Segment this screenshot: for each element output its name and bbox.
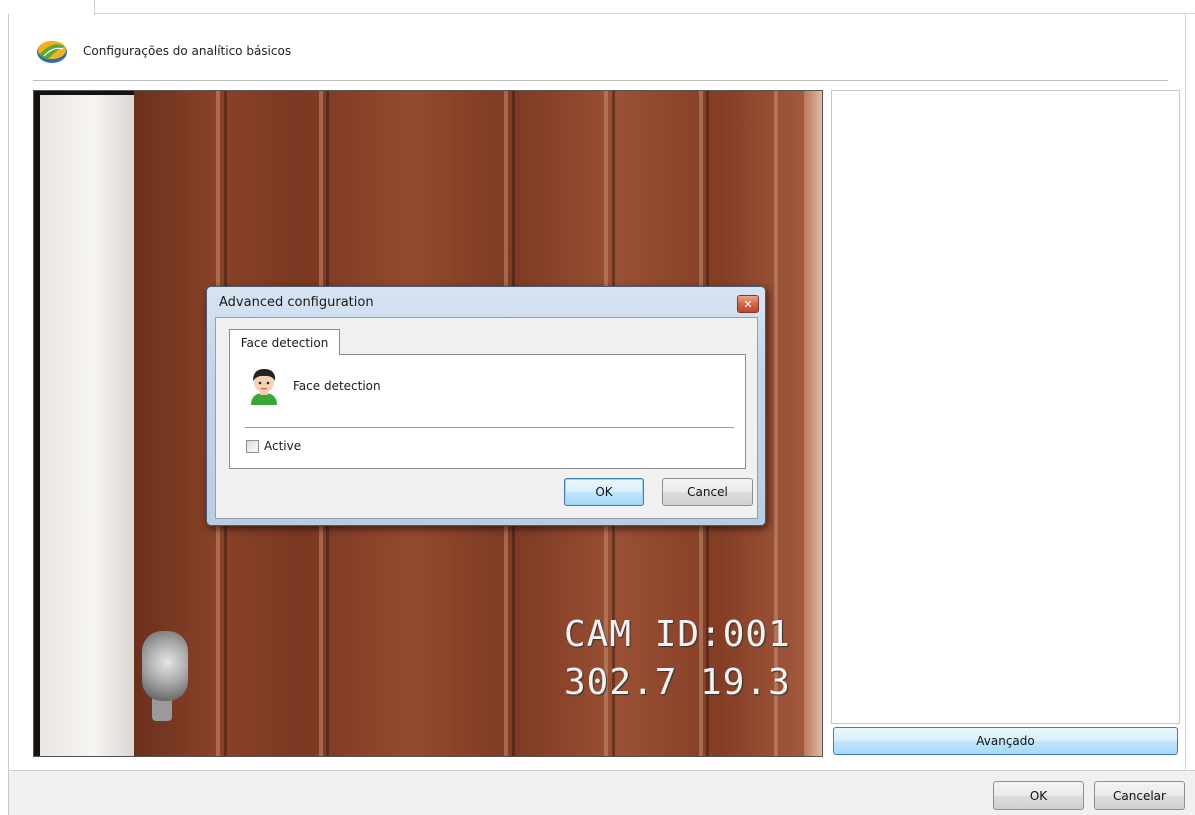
door-knob: [142, 631, 188, 701]
top-tab-stub[interactable]: [0, 0, 95, 15]
camera-id-text: CAM ID:001: [564, 614, 791, 655]
camera-wall: [40, 95, 136, 756]
advanced-configuration-dialog: Advanced configuration ✕ Face detection …: [206, 286, 766, 526]
dialog-cancel-button[interactable]: Cancel: [662, 478, 753, 506]
active-checkbox[interactable]: [246, 439, 259, 453]
top-tab-strip: [0, 0, 1195, 15]
tab-divider: [245, 427, 734, 428]
settings-panel: [831, 90, 1180, 724]
ok-button[interactable]: OK: [993, 781, 1084, 810]
dialog-title: Advanced configuration: [219, 295, 374, 310]
door-frame: [804, 91, 822, 756]
dialog-body: Face detection Face detection Active OK …: [215, 317, 758, 519]
tab-face-detection[interactable]: Face detection: [229, 329, 340, 355]
close-icon[interactable]: ✕: [737, 295, 759, 313]
advanced-button[interactable]: Avançado: [833, 727, 1178, 755]
camera-coords-text: 302.7 19.3: [564, 662, 791, 703]
cancel-button[interactable]: Cancelar: [1094, 781, 1185, 810]
tab-page: Face detection Active: [229, 354, 746, 469]
page-header: Configurações do analítico básicos: [35, 36, 291, 66]
dialog-ok-button[interactable]: OK: [564, 478, 644, 506]
camera-osd: CAM ID:001 302.7 19.3: [564, 611, 791, 707]
active-checkbox-label[interactable]: Active: [264, 439, 301, 453]
face-detection-icon: [251, 369, 277, 405]
face-detection-label: Face detection: [293, 379, 381, 393]
active-checkbox-row[interactable]: Active: [246, 439, 301, 453]
header-divider: [33, 80, 1168, 81]
right-border: [1185, 14, 1186, 770]
left-border: [8, 14, 9, 815]
page-title: Configurações do analítico básicos: [83, 44, 292, 58]
analytics-logo-icon: [37, 41, 67, 63]
